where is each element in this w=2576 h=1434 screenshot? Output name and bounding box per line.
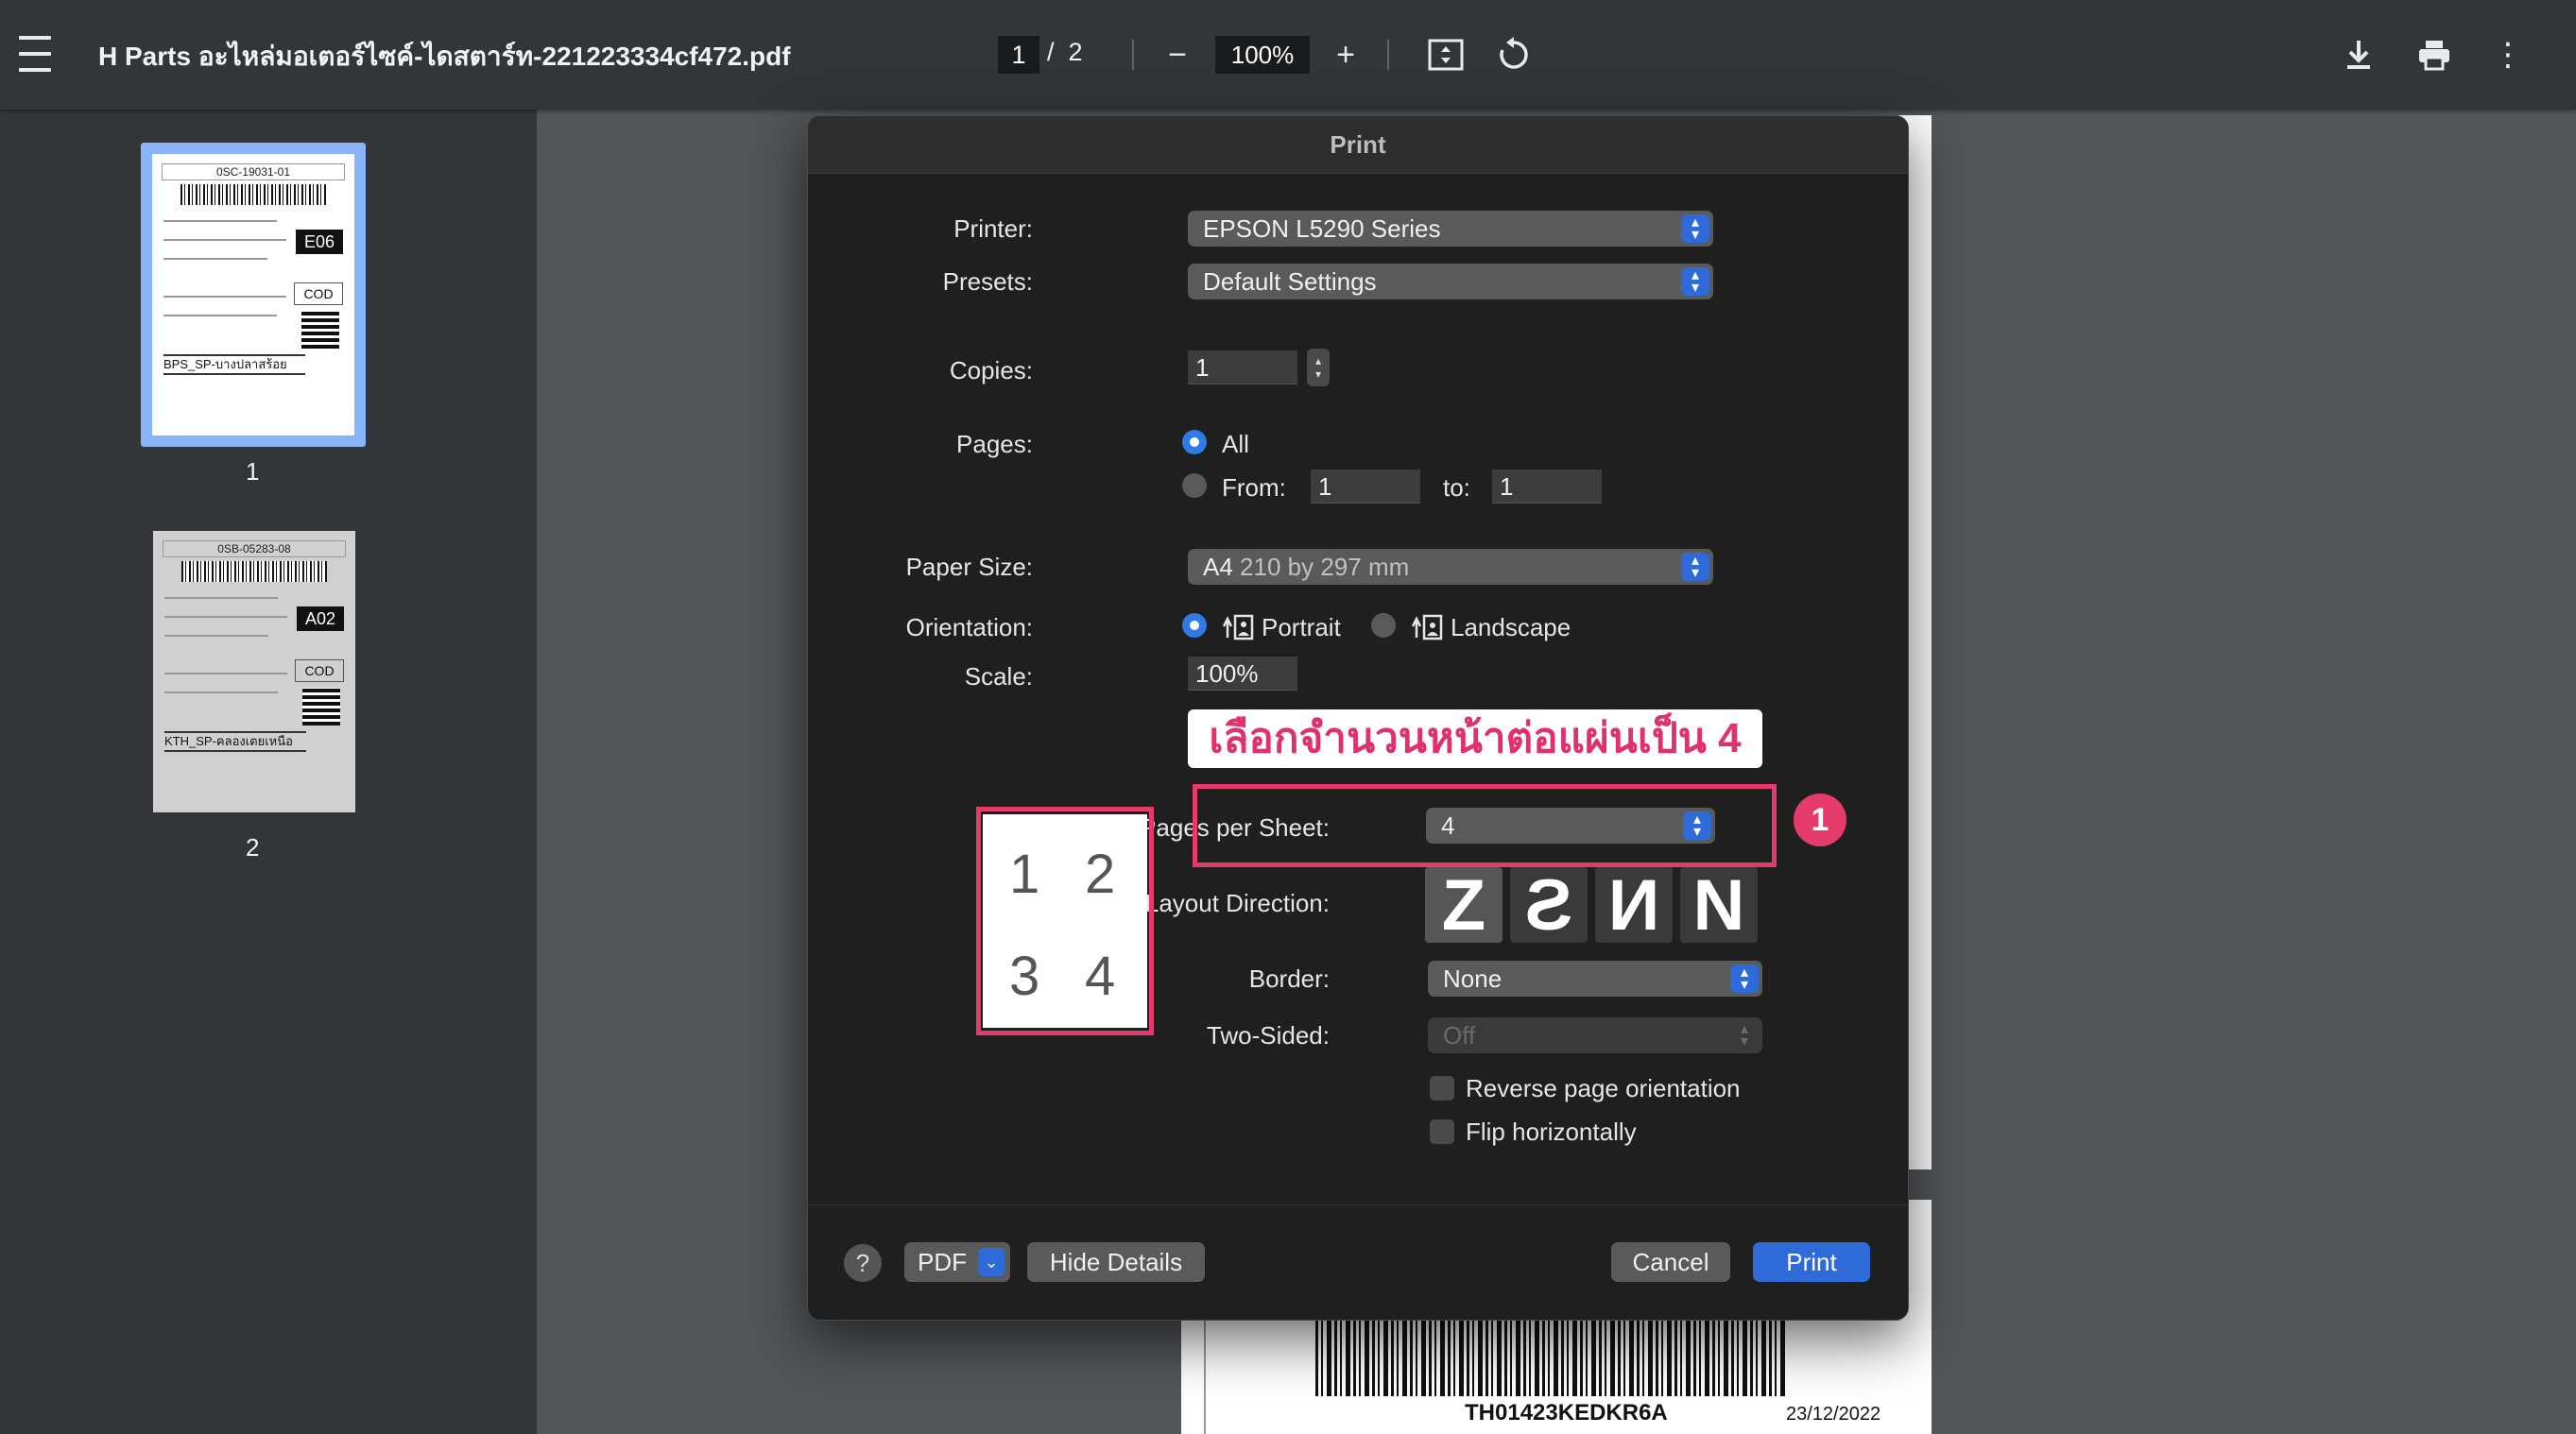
paper-size-detail: 210 by 297 mm	[1240, 553, 1410, 581]
thumbnail-number-2: 2	[246, 833, 260, 862]
border-select[interactable]: None ▴ ▾	[1428, 961, 1762, 997]
portrait-icon	[1220, 613, 1254, 641]
tracking-number: TH01423KEDKR6A	[1465, 1400, 1668, 1425]
flip-horizontally-checkbox[interactable]	[1430, 1119, 1454, 1144]
presets-select[interactable]: Default Settings ▴ ▾	[1188, 264, 1713, 299]
updown-chevron-icon: ▴ ▾	[1681, 553, 1709, 581]
chevron-down-icon: ⌄	[978, 1248, 1005, 1276]
landscape-radio[interactable]	[1371, 613, 1396, 638]
presets-value: Default Settings	[1203, 267, 1377, 296]
print-icon[interactable]	[2412, 32, 2457, 77]
highlight-pages-per-sheet	[1193, 784, 1777, 867]
thumbnail-number-1: 1	[246, 457, 260, 486]
copies-stepper[interactable]: ▴ ▾	[1307, 349, 1330, 386]
updown-chevron-icon: ▴ ▾	[1740, 1021, 1749, 1050]
pages-label: Pages:	[956, 430, 1033, 458]
layout-direction-z[interactable]: Z	[1425, 865, 1503, 946]
branch-tag: BPS_SP-บางปลาสร้อย	[163, 354, 305, 375]
layout-direction-reverse-z[interactable]: Ƨ	[1510, 865, 1588, 946]
branch-tag: KTH_SP-คลองเตยเหนือ	[164, 731, 306, 752]
border-label: Border:	[1248, 965, 1330, 993]
two-sided-select: Off ▴ ▾	[1428, 1017, 1762, 1053]
printer-select[interactable]: EPSON L5290 Series ▴ ▾	[1188, 211, 1713, 247]
scale-label: Scale:	[964, 662, 1033, 691]
instruction-callout: เลือกจำนวนหน้าต่อแผ่นเป็น 4	[1188, 709, 1762, 768]
portrait-radio[interactable]	[1182, 613, 1207, 638]
printer-label: Printer:	[953, 214, 1033, 243]
layout-direction-label: Layout Direction:	[1144, 889, 1330, 917]
layout-direction-n[interactable]: N	[1680, 865, 1758, 946]
help-button[interactable]: ?	[844, 1244, 882, 1282]
pages-from-label: From:	[1222, 473, 1286, 502]
border-value: None	[1443, 965, 1503, 993]
pages-to-label: to:	[1443, 473, 1470, 502]
layout-direction-reverse-n[interactable]: И	[1595, 865, 1673, 946]
pages-to-input[interactable]: 1	[1492, 469, 1602, 504]
pdf-menu-button[interactable]: PDF ⌄	[904, 1242, 1010, 1282]
updown-chevron-icon: ▴ ▾	[1681, 267, 1709, 296]
barcode	[181, 561, 327, 582]
qr-code	[302, 688, 340, 726]
updown-chevron-icon: ▴ ▾	[1681, 214, 1709, 243]
cod-label: COD	[295, 659, 344, 682]
hide-details-button[interactable]: Hide Details	[1027, 1242, 1205, 1282]
landscape-icon	[1409, 613, 1443, 641]
label-date: 23/12/2022	[1786, 1404, 1881, 1425]
thumbnail-sidebar: 0SC-19031-01 E06 COD BPS_SP-บางปลาสร้อย …	[0, 110, 537, 1434]
printer-value: EPSON L5290 Series	[1203, 214, 1441, 243]
print-button[interactable]: Print	[1753, 1242, 1870, 1282]
dialog-title: Print	[808, 116, 1908, 174]
toolbar-divider	[1387, 40, 1389, 70]
more-options-icon[interactable]: ⋮	[2485, 32, 2531, 77]
paper-size-select[interactable]: A4 210 by 297 mm ▴ ▾	[1188, 549, 1713, 585]
fit-page-icon[interactable]	[1423, 32, 1468, 77]
download-icon[interactable]	[2336, 32, 2381, 77]
two-sided-value: Off	[1443, 1021, 1476, 1050]
copies-input[interactable]: 1	[1188, 350, 1297, 384]
flip-horizontally-label: Flip horizontally	[1466, 1118, 1637, 1146]
zoom-in-button[interactable]: +	[1323, 32, 1368, 77]
highlight-preview	[976, 807, 1154, 1035]
rotate-icon[interactable]	[1491, 32, 1537, 77]
pages-all-label: All	[1222, 430, 1249, 458]
paper-size-label: Paper Size:	[905, 553, 1033, 581]
dialog-footer-divider	[808, 1204, 1908, 1205]
qr-code	[301, 311, 339, 349]
cancel-button[interactable]: Cancel	[1611, 1242, 1730, 1282]
pdf-label: PDF	[918, 1248, 967, 1276]
presets-label: Presets:	[942, 267, 1033, 296]
pdf-toolbar: H Parts อะไหล่มอเตอร์ไซค์-ไดสตาร์ท-22122…	[0, 0, 2576, 110]
copies-label: Copies:	[949, 356, 1033, 384]
barcode	[180, 184, 326, 205]
reverse-orientation-label: Reverse page orientation	[1466, 1074, 1741, 1102]
landscape-label: Landscape	[1451, 613, 1571, 641]
updown-chevron-icon: ▴ ▾	[1730, 965, 1759, 993]
toolbar-divider	[1132, 40, 1134, 70]
zoom-input[interactable]: 100%	[1215, 36, 1310, 74]
barcode	[1315, 1317, 1788, 1396]
cod-label: COD	[294, 282, 343, 305]
label-header: 0SB-05283-08	[163, 540, 346, 557]
orientation-label: Orientation:	[905, 613, 1033, 641]
page-thumbnail-1[interactable]: 0SC-19031-01 E06 COD BPS_SP-บางปลาสร้อย	[152, 154, 354, 435]
pages-range-radio[interactable]	[1182, 473, 1207, 498]
reverse-orientation-checkbox[interactable]	[1430, 1076, 1454, 1101]
step-badge: 1	[1794, 794, 1846, 846]
sort-code: E06	[296, 230, 343, 254]
document-title: H Parts อะไหล่มอเตอร์ไซค์-ไดสตาร์ท-22122…	[98, 42, 791, 71]
zoom-out-button[interactable]: −	[1155, 32, 1200, 77]
pages-all-radio[interactable]	[1182, 430, 1207, 454]
pages-from-input[interactable]: 1	[1311, 469, 1420, 504]
paper-size-value: A4	[1203, 553, 1233, 581]
scale-input[interactable]: 100%	[1188, 657, 1297, 691]
page-count: / 2	[1047, 38, 1083, 66]
portrait-label: Portrait	[1262, 613, 1341, 641]
page-thumbnail-2[interactable]: 0SB-05283-08 A02 COD KTH_SP-คลองเตยเหนือ	[153, 531, 355, 812]
sort-code: A02	[297, 606, 344, 631]
two-sided-label: Two-Sided:	[1206, 1021, 1330, 1050]
menu-icon[interactable]	[17, 36, 53, 72]
page-number-input[interactable]: 1	[998, 36, 1039, 74]
label-header: 0SC-19031-01	[162, 163, 345, 180]
